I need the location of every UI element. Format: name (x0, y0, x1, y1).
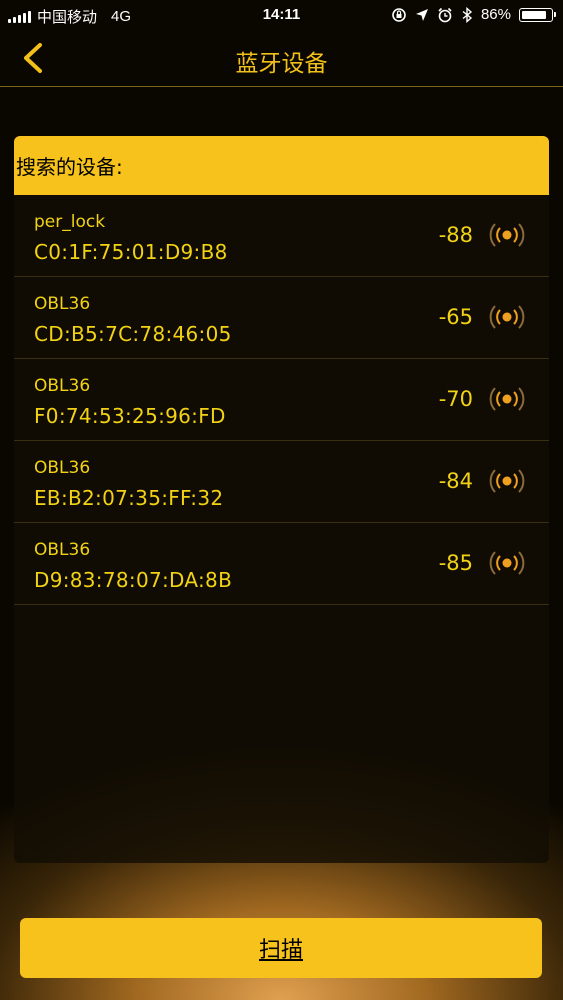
device-name: OBL36 (34, 458, 91, 478)
signal-strength-icon (489, 469, 525, 493)
device-rssi: -85 (438, 551, 473, 575)
location-icon (415, 8, 428, 21)
device-rssi: -84 (438, 469, 473, 493)
signal-strength-icon (489, 223, 525, 247)
navigation-bar: 蓝牙设备 (0, 30, 563, 87)
device-rssi: -70 (438, 387, 473, 411)
battery-icon (519, 7, 556, 22)
battery-percent: 86% (480, 6, 511, 23)
device-row[interactable]: OBL36 D9:83:78:07:DA:8B -85 (14, 523, 549, 605)
status-right: 86% (391, 6, 556, 23)
device-mac-address: F0:74:53:25:96:FD (34, 404, 226, 428)
signal-strength-icon (489, 551, 525, 575)
bluetooth-icon (462, 6, 473, 23)
device-name: OBL36 (34, 540, 91, 560)
panel-header: 搜索的设备: (14, 136, 549, 195)
device-mac-address: CD:B5:7C:78:46:05 (34, 322, 232, 346)
device-mac-address: EB:B2:07:35:FF:32 (34, 486, 224, 510)
orientation-lock-icon (392, 7, 406, 22)
signal-strength-icon (489, 387, 525, 411)
status-bar: 中国移动 4G 14:11 86% (0, 0, 563, 30)
device-name: per_lock (34, 212, 106, 232)
device-rssi: -65 (438, 305, 473, 329)
device-mac-address: C0:1F:75:01:D9:B8 (34, 240, 228, 264)
device-row[interactable]: OBL36 CD:B5:7C:78:46:05 -65 (14, 277, 549, 359)
device-name: OBL36 (34, 376, 91, 396)
device-row[interactable]: OBL36 F0:74:53:25:96:FD -70 (14, 359, 549, 441)
device-name: OBL36 (34, 294, 91, 314)
signal-strength-icon (489, 305, 525, 329)
device-row[interactable]: OBL36 EB:B2:07:35:FF:32 -84 (14, 441, 549, 523)
scan-button[interactable]: 扫描 (20, 918, 542, 978)
page-title: 蓝牙设备 (235, 51, 328, 77)
device-list-panel: 搜索的设备: per_lock C0:1F:75:01:D9:B8 -88 OB… (14, 136, 549, 863)
device-mac-address: D9:83:78:07:DA:8B (34, 568, 233, 592)
device-rssi: -88 (438, 223, 473, 247)
device-list: per_lock C0:1F:75:01:D9:B8 -88 OBL36 CD:… (14, 195, 549, 605)
device-row[interactable]: per_lock C0:1F:75:01:D9:B8 -88 (14, 195, 549, 277)
alarm-icon (438, 7, 452, 22)
